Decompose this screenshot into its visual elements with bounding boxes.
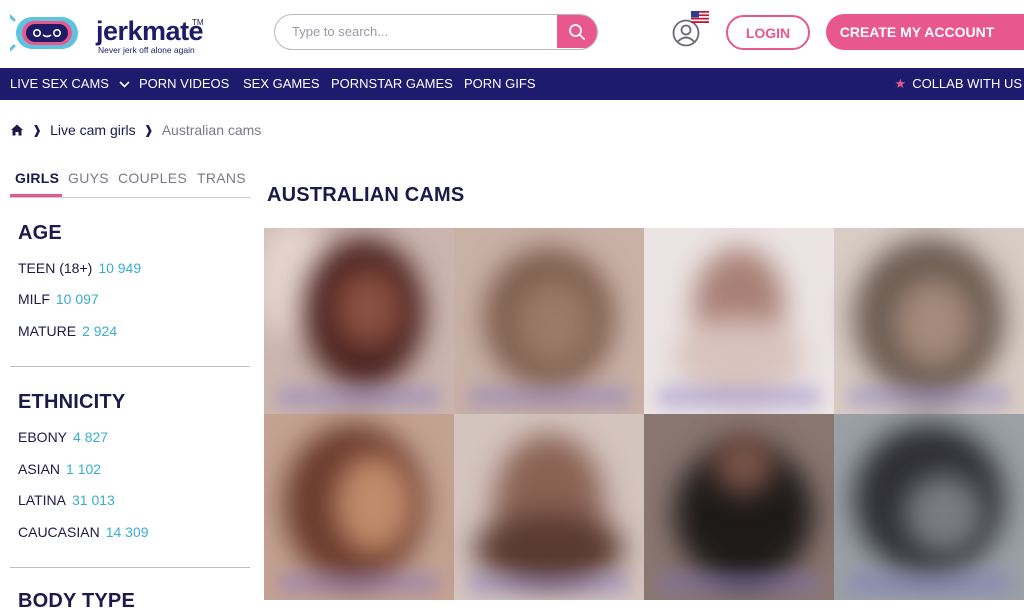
filter-count: 4 827 [73, 429, 109, 445]
nav-live-sex-cams[interactable]: LIVE SEX CAMS [10, 68, 130, 100]
filter-label: TEEN (18+) [18, 260, 93, 276]
filter-label: MATURE [18, 323, 77, 339]
page-title: AUSTRALIAN CAMS [267, 184, 465, 206]
filter-mature[interactable]: MATURE 2 924 [18, 323, 117, 339]
filter-caucasian[interactable]: CAUCASIAN 14 309 [18, 524, 149, 540]
chevron-down-icon [119, 81, 130, 88]
cam-thumbnail[interactable] [454, 228, 644, 414]
gender-tabs: GIRLS GUYS COUPLES TRANS [10, 168, 250, 198]
cam-grid [264, 228, 1024, 600]
age-heading: AGE [18, 222, 62, 244]
cam-thumbnail[interactable] [264, 414, 454, 600]
cam-info-bar [278, 572, 440, 594]
home-icon[interactable] [10, 123, 24, 137]
main-nav: LIVE SEX CAMS PORN VIDEOS SEX GAMES PORN… [0, 68, 1024, 100]
filter-count: 31 013 [71, 492, 115, 508]
filter-label: LATINA [18, 492, 66, 508]
search-icon [569, 23, 585, 40]
logo-wordmark: jerkmate [96, 16, 204, 46]
cam-thumbnail[interactable] [264, 228, 454, 414]
us-flag-icon[interactable] [691, 11, 709, 23]
mascot-logo-icon [10, 14, 78, 52]
filter-count: 10 097 [55, 291, 99, 307]
create-account-button[interactable]: CREATE MY ACCOUNT [826, 14, 1024, 50]
section-divider [10, 567, 250, 568]
cam-thumbnail[interactable] [644, 228, 834, 414]
breadcrumb-current: Australian cams [161, 122, 262, 138]
breadcrumb-live-cam-girls[interactable]: Live cam girls [50, 122, 136, 138]
cam-info-bar [278, 386, 440, 408]
filter-milf[interactable]: MILF 10 097 [18, 291, 99, 307]
cam-thumbnail[interactable] [644, 414, 834, 600]
nav-sex-games[interactable]: SEX GAMES [243, 68, 320, 100]
tab-guys[interactable]: GUYS [68, 170, 109, 186]
login-button[interactable]: LOGIN [726, 15, 810, 50]
filter-label: CAUCASIAN [18, 524, 100, 540]
site-header: jerkmate TM Never jerk off alone again L… [0, 0, 1024, 68]
filter-count: 1 102 [66, 461, 102, 477]
filter-label: EBONY [18, 429, 68, 445]
nav-porn-gifs[interactable]: PORN GIFS [464, 68, 536, 100]
tab-trans[interactable]: TRANS [197, 170, 246, 186]
breadcrumb: ❱ Live cam girls ❱ Australian cams [10, 120, 261, 140]
search-button[interactable] [557, 15, 597, 48]
cam-info-bar [848, 572, 1010, 594]
cam-info-bar [658, 572, 820, 594]
cam-info-bar [658, 386, 820, 408]
tab-girls[interactable]: GIRLS [15, 170, 59, 186]
breadcrumb-separator: ❱ [143, 123, 154, 137]
body-type-heading: BODY TYPE [18, 590, 136, 608]
filter-count: 14 309 [105, 524, 149, 540]
cam-thumbnail[interactable] [834, 414, 1024, 600]
ethnicity-heading: ETHNICITY [18, 391, 126, 413]
cam-info-bar [468, 572, 630, 594]
collab-link[interactable]: ★ COLLAB WITH US [895, 68, 1022, 100]
nav-pornstar-games[interactable]: PORNSTAR GAMES [331, 68, 453, 100]
nav-porn-videos[interactable]: PORN VIDEOS [139, 68, 229, 100]
cam-info-bar [848, 386, 1010, 408]
filter-count: 2 924 [82, 323, 118, 339]
site-logo[interactable]: jerkmate TM Never jerk off alone again [10, 12, 210, 56]
star-icon: ★ [894, 76, 907, 91]
filter-teen[interactable]: TEEN (18+) 10 949 [18, 260, 141, 276]
collab-label: COLLAB WITH US [912, 76, 1022, 91]
logo-tagline: Never jerk off alone again [98, 45, 195, 55]
filter-label: ASIAN [18, 461, 61, 477]
cam-info-bar [468, 386, 630, 408]
breadcrumb-separator: ❱ [32, 123, 43, 137]
filter-asian[interactable]: ASIAN 1 102 [18, 461, 101, 477]
section-divider [10, 366, 250, 367]
filter-count: 10 949 [98, 260, 142, 276]
filter-latina[interactable]: LATINA 31 013 [18, 492, 115, 508]
filter-ebony[interactable]: EBONY 4 827 [18, 429, 108, 445]
search-bar [274, 14, 598, 50]
tab-couples[interactable]: COUPLES [118, 170, 187, 186]
search-input[interactable] [275, 15, 559, 48]
active-tab-indicator [10, 194, 62, 197]
cam-thumbnail[interactable] [454, 414, 644, 600]
filter-label: MILF [18, 291, 50, 307]
nav-item-label: LIVE SEX CAMS [10, 76, 109, 91]
logo-trademark: TM [192, 18, 204, 27]
cam-thumbnail[interactable] [834, 228, 1024, 414]
